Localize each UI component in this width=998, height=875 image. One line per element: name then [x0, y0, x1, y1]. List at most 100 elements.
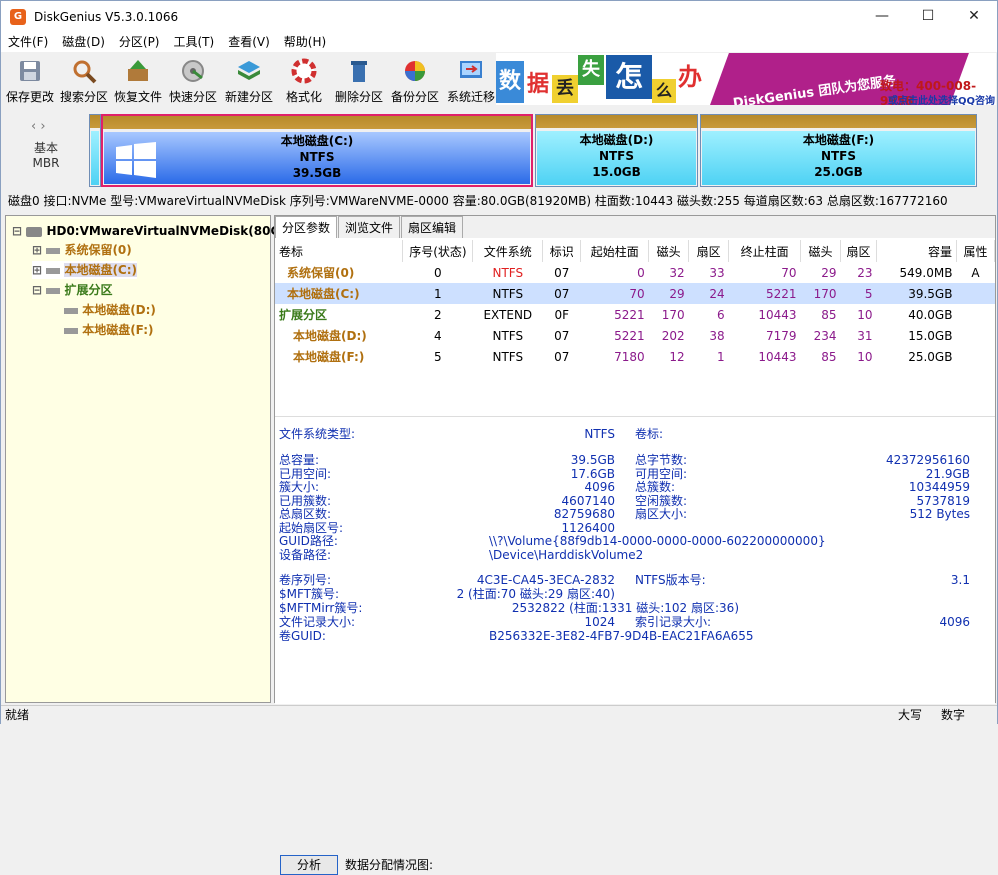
menu-partition[interactable]: 分区(P) — [112, 32, 167, 52]
table-cell: 系统保留(0) — [287, 266, 355, 280]
table-cell: 70 — [629, 286, 645, 301]
tree-item-c[interactable]: ⊞ 本地磁盘(C:) — [32, 261, 138, 279]
banner-char: 丢 — [552, 75, 578, 103]
table-cell: 25.0GB — [908, 349, 953, 364]
system-migration-button[interactable]: 系统迁移 — [445, 52, 497, 109]
detail-value: 82759680 — [553, 507, 615, 522]
close-button[interactable]: ✕ — [951, 1, 997, 32]
ad-banner[interactable]: 数 据 丢 失 怎 么 办 DiskGenius 团队为您服务 致电：400-0… — [496, 53, 996, 105]
table-cell: 07 — [554, 265, 570, 280]
minimize-button[interactable]: — — [859, 1, 905, 32]
column-header[interactable]: 扇区 — [688, 240, 730, 262]
table-cell: 10443 — [758, 349, 797, 364]
disk-map-partition-d[interactable]: 本地磁盘(D:) NTFS 15.0GB — [535, 114, 698, 187]
table-cell: 31 — [857, 328, 873, 343]
drive-icon — [46, 267, 61, 274]
table-row[interactable]: 扩展分区 2 EXTEND 0F 5221 170 6 10443 85 10 40.0GB — [275, 304, 995, 325]
table-cell: 07 — [554, 286, 570, 301]
table-cell — [956, 346, 994, 367]
table-cell: 本地磁盘(D:) — [293, 329, 367, 343]
tab-browse-files[interactable]: 浏览文件 — [338, 216, 401, 238]
column-header[interactable]: 序号(状态) — [402, 240, 474, 262]
column-header[interactable]: 属性 — [956, 240, 996, 262]
disk-map-partition-f[interactable]: 本地磁盘(F:) NTFS 25.0GB — [700, 114, 977, 187]
table-cell: 0 — [637, 265, 645, 280]
save-changes-button[interactable]: 保存更改 — [5, 52, 55, 109]
search-partition-button[interactable]: 搜索分区 — [59, 52, 109, 109]
table-row[interactable]: 本地磁盘(D:) 4 NTFS 07 5221 202 38 7179 234 31 15.0GB — [275, 325, 995, 346]
table-cell: A — [971, 265, 980, 280]
detail-label: 总簇数: — [635, 480, 676, 495]
table-cell: 549.0MB — [899, 265, 953, 280]
menu-file[interactable]: 文件(F) — [1, 32, 55, 52]
table-row[interactable]: 本地磁盘(F:) 5 NTFS 07 7180 12 1 10443 85 10 25.0GB — [275, 346, 995, 367]
allocation-map-label: 数据分配情况图: — [345, 858, 434, 872]
tree-item-f[interactable]: 本地磁盘(F:) — [64, 321, 154, 339]
quick-partition-icon — [178, 56, 208, 86]
save-icon — [15, 56, 45, 86]
table-cell: 85 — [821, 307, 837, 322]
app-window: G DiskGenius V5.3.0.1066 — ☐ ✕ 文件(F) 磁盘(… — [0, 0, 998, 875]
table-cell: 32 — [669, 265, 685, 280]
tab-sector-editor[interactable]: 扇区编辑 — [401, 216, 464, 238]
table-cell: 7180 — [614, 349, 645, 364]
menu-view[interactable]: 查看(V) — [221, 32, 277, 52]
banner-qq: 或点击此处选择QQ咨询 — [888, 96, 996, 105]
column-header[interactable]: 标识 — [542, 240, 582, 262]
disk-map-reserved[interactable] — [89, 114, 101, 187]
table-cell: 29 — [669, 286, 685, 301]
detail-label: 总扇区数: — [279, 507, 332, 522]
disk-kind: 基本 MBR — [32, 141, 60, 170]
table-row[interactable]: 系统保留(0) 0 NTFS 07 0 32 33 70 29 23 549.0MB A — [275, 262, 995, 283]
detail-value: 4096 — [584, 480, 615, 495]
column-header[interactable]: 卷标 — [275, 240, 404, 262]
menu-disk[interactable]: 磁盘(D) — [55, 32, 112, 52]
table-cell: NTFS — [492, 328, 524, 343]
tree-item-d[interactable]: 本地磁盘(D:) — [64, 301, 156, 319]
search-icon — [69, 56, 99, 86]
column-header[interactable]: 起始柱面 — [580, 240, 650, 262]
table-cell: 33 — [709, 265, 725, 280]
detail-label: 已用空间: — [279, 466, 332, 481]
column-header[interactable]: 磁头 — [800, 240, 842, 262]
backup-partition-button[interactable]: 备份分区 — [389, 52, 441, 109]
banner-char: 办 — [676, 57, 704, 97]
table-row[interactable]: 本地磁盘(C:) 1 NTFS 07 70 29 24 5221 170 5 39.5GB — [275, 283, 995, 304]
column-header[interactable]: 容量 — [876, 240, 957, 262]
tree-disk-root[interactable]: ⊟ HD0:VMwareVirtualNVMeDisk(80G — [12, 222, 280, 240]
table-cell: 10 — [857, 349, 873, 364]
table-cell: 6 — [716, 307, 725, 322]
detail-value: 42372956160 — [886, 453, 970, 467]
table-cell: NTFS — [492, 265, 524, 280]
tree-item-extended[interactable]: ⊟ 扩展分区 — [32, 281, 112, 299]
detail-label: 可用空间: — [635, 466, 688, 481]
format-button[interactable]: 格式化 — [281, 52, 327, 109]
new-partition-button[interactable]: 新建分区 — [223, 52, 275, 109]
partition-details: 文件系统类型: NTFS 卷标: 总容量: 39.5GB 已用空间: 17.6GB 簇大… — [275, 416, 995, 875]
quick-partition-button[interactable]: 快速分区 — [167, 52, 219, 109]
column-header[interactable]: 磁头 — [648, 240, 690, 262]
maximize-button[interactable]: ☐ — [905, 1, 951, 32]
table-cell: EXTEND — [483, 307, 533, 322]
table-cell: 07 — [554, 328, 570, 343]
table-cell: 5 — [434, 349, 442, 364]
delete-partition-button[interactable]: 删除分区 — [333, 52, 385, 109]
column-header[interactable]: 扇区 — [840, 240, 877, 262]
disk-map-partition-c[interactable]: 本地磁盘(C:) NTFS 39.5GB — [101, 114, 533, 187]
column-header[interactable]: 终止柱面 — [728, 240, 802, 262]
menu-tools[interactable]: 工具(T) — [167, 32, 222, 52]
tree-item-reserved[interactable]: ⊞ 系统保留(0) — [32, 241, 132, 259]
table-cell: 2 — [434, 307, 442, 322]
tab-partition-params[interactable]: 分区参数 — [275, 216, 338, 238]
recover-files-button[interactable]: 恢复文件 — [113, 52, 163, 109]
num-indicator: 数字 — [941, 708, 966, 722]
status-text: 就绪 — [5, 708, 30, 722]
table-cell: 170 — [813, 286, 837, 301]
analyze-button[interactable]: 分析 — [280, 855, 338, 875]
menu-help[interactable]: 帮助(H) — [277, 32, 333, 52]
detail-label: 簇大小: — [279, 480, 320, 495]
banner-char: 失 — [578, 55, 604, 85]
column-header[interactable]: 文件系统 — [472, 240, 544, 262]
disk-nav-arrows[interactable]: ‹ › — [31, 119, 46, 134]
status-bar: 就绪 大写 数字 — [1, 705, 997, 724]
